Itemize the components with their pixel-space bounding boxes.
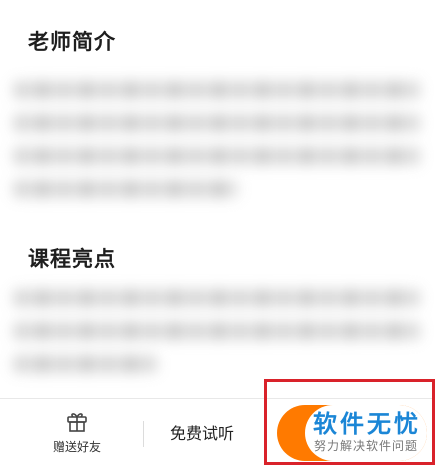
course-highlights-title: 课程亮点 xyxy=(28,247,116,271)
course-highlights-blurred-text xyxy=(14,290,419,389)
free-trial-button[interactable]: 免费试听 xyxy=(170,421,234,447)
gift-friend-label: 赠送好友 xyxy=(52,440,101,454)
watermark-title: 软件无忧 xyxy=(313,410,421,438)
gift-friend-button[interactable]: 赠送好友 xyxy=(38,409,116,459)
bottom-bar-divider xyxy=(143,421,144,447)
gift-icon xyxy=(67,413,87,432)
teacher-intro-title: 老师简介 xyxy=(28,30,116,54)
teacher-intro-blurred-text xyxy=(14,82,419,214)
watermark-subtitle: 努力解决软件问题 xyxy=(314,439,419,453)
